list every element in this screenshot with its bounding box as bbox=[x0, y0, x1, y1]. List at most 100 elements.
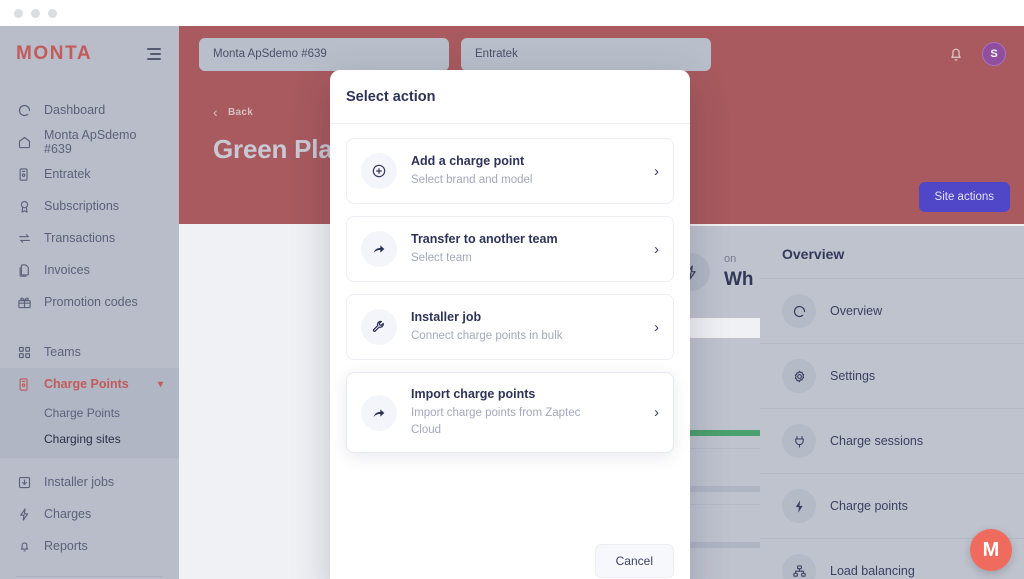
chevron-right-icon: › bbox=[654, 162, 659, 180]
sidebar-item-label: Entratek bbox=[44, 167, 91, 181]
sidebar-item-label: Teams bbox=[44, 345, 81, 359]
sidebar-subitem-label: Charging sites bbox=[44, 432, 121, 446]
action-title: Add a charge point bbox=[411, 153, 525, 168]
sidebar-item-installer-jobs[interactable]: Installer jobs bbox=[0, 466, 179, 498]
chevron-right-icon: › bbox=[654, 404, 659, 422]
sidebar-subitem-charge-points[interactable]: Charge Points bbox=[0, 400, 179, 426]
share-arrow-icon bbox=[361, 231, 397, 267]
site-actions-button[interactable]: Site actions bbox=[918, 182, 1010, 212]
sidebar-item-reports[interactable]: Reports bbox=[0, 530, 179, 562]
window-chrome bbox=[0, 0, 1024, 26]
sidebar-item-transactions[interactable]: Transactions bbox=[0, 222, 179, 254]
charge-point-icon bbox=[16, 166, 32, 182]
overview-icon bbox=[782, 294, 816, 328]
team-tab-label: Monta ApSdemo #639 bbox=[213, 48, 327, 60]
chevron-right-icon: › bbox=[654, 318, 659, 336]
overview-item-charge-sessions[interactable]: Charge sessions bbox=[760, 408, 1024, 473]
sidebar-item-teams[interactable]: Teams bbox=[0, 336, 179, 368]
overview-item-settings[interactable]: Settings bbox=[760, 343, 1024, 408]
sidebar-divider bbox=[16, 576, 163, 577]
sidebar-item-label: Charge Points bbox=[44, 377, 129, 391]
sidebar-item-label: Monta ApSdemo #639 bbox=[44, 128, 137, 156]
left-sidebar: MONTA Dashboard Monta ApSdemo #639 Entra… bbox=[0, 26, 179, 579]
overview-item-label: Load balancing bbox=[830, 564, 915, 578]
brand-row: MONTA bbox=[0, 26, 179, 82]
select-action-modal: Select action Add a charge point Select … bbox=[330, 70, 690, 579]
action-text: Transfer to another team Select team bbox=[411, 232, 634, 267]
action-transfer-to-another-team[interactable]: Transfer to another team Select team › bbox=[346, 216, 674, 282]
action-title: Import charge points bbox=[411, 387, 536, 401]
stat-label: on bbox=[724, 253, 737, 266]
avatar[interactable]: S bbox=[982, 42, 1006, 66]
hamburger-icon[interactable] bbox=[147, 48, 161, 60]
sidebar-item-dashboard[interactable]: Dashboard bbox=[0, 94, 179, 126]
action-import-charge-points[interactable]: Import charge points Import charge point… bbox=[346, 372, 674, 454]
grid-icon bbox=[16, 344, 32, 360]
overview-side-panel: Overview Overview Settings Charge sessio… bbox=[760, 226, 1024, 579]
app-window: MONTA Dashboard Monta ApSdemo #639 Entra… bbox=[0, 0, 1024, 579]
transactions-icon bbox=[16, 230, 32, 246]
overview-item-label: Charge sessions bbox=[830, 434, 924, 448]
notification-bell-icon[interactable] bbox=[946, 44, 966, 64]
sidebar-item-label: Subscriptions bbox=[44, 199, 120, 213]
chevron-left-icon: ‹ bbox=[213, 104, 218, 120]
share-arrow-icon bbox=[361, 394, 397, 431]
sidebar-item-monta-team[interactable]: Monta ApSdemo #639 bbox=[0, 126, 179, 158]
badge-icon bbox=[16, 198, 32, 214]
bolt-icon bbox=[16, 506, 32, 522]
overview-item-label: Settings bbox=[830, 369, 876, 383]
sidebar-item-label: Transactions bbox=[44, 231, 116, 245]
sidebar-subitem-charging-sites[interactable]: Charging sites bbox=[0, 426, 179, 452]
sidebar-item-promotion-codes[interactable]: Promotion codes bbox=[0, 286, 179, 318]
invoice-icon bbox=[16, 262, 32, 278]
team-tab-label: Entratek bbox=[475, 48, 518, 60]
page-root: MONTA Dashboard Monta ApSdemo #639 Entra… bbox=[0, 26, 1024, 579]
sidebar-nav: Dashboard Monta ApSdemo #639 Entratek Su… bbox=[0, 82, 179, 577]
sidebar-item-subscriptions[interactable]: Subscriptions bbox=[0, 190, 179, 222]
sidebar-item-label: Dashboard bbox=[44, 103, 106, 117]
team-tab-monta[interactable]: Monta ApSdemo #639 bbox=[199, 37, 449, 71]
chevron-right-icon: › bbox=[654, 240, 659, 258]
stat-text: on Wh bbox=[724, 253, 754, 291]
modal-footer: Cancel bbox=[330, 534, 690, 579]
overview-item-label: Overview bbox=[830, 304, 883, 318]
modal-body: Add a charge point Select brand and mode… bbox=[330, 124, 690, 534]
sidebar-item-label: Reports bbox=[44, 539, 88, 553]
sidebar-subitem-label: Charge Points bbox=[44, 406, 121, 420]
modal-title: Select action bbox=[330, 70, 690, 124]
window-close-dot[interactable] bbox=[14, 8, 23, 18]
top-bar-right: S bbox=[946, 42, 1006, 66]
window-maximize-dot[interactable] bbox=[48, 8, 57, 18]
dashboard-icon bbox=[16, 102, 32, 118]
plus-circle-icon bbox=[361, 153, 397, 189]
overview-item-overview[interactable]: Overview bbox=[760, 278, 1024, 343]
home-icon bbox=[16, 134, 32, 150]
help-chat-bubble[interactable]: M bbox=[970, 529, 1012, 571]
gear-icon bbox=[782, 359, 816, 393]
plug-icon bbox=[782, 424, 816, 458]
sidebar-item-invoices[interactable]: Invoices bbox=[0, 254, 179, 286]
chevron-down-icon[interactable]: ▾ bbox=[158, 379, 163, 390]
sitemap-icon bbox=[782, 554, 816, 579]
cancel-button[interactable]: Cancel bbox=[594, 544, 674, 578]
sidebar-item-charge-points[interactable]: Charge Points ▾ bbox=[0, 368, 179, 400]
sidebar-item-entratek[interactable]: Entratek bbox=[0, 158, 179, 190]
download-icon bbox=[16, 474, 32, 490]
sidebar-item-label: Invoices bbox=[44, 263, 90, 277]
back-label: Back bbox=[227, 106, 254, 118]
sidebar-item-charges[interactable]: Charges bbox=[0, 498, 179, 530]
action-add-charge-point[interactable]: Add a charge point Select brand and mode… bbox=[346, 138, 674, 204]
report-bell-icon bbox=[16, 538, 32, 554]
overview-item-charge-points[interactable]: Charge points bbox=[760, 473, 1024, 538]
window-minimize-dot[interactable] bbox=[31, 8, 40, 18]
sidebar-item-label: Promotion codes bbox=[44, 295, 138, 309]
wrench-icon bbox=[361, 309, 397, 345]
stat-value: Wh bbox=[724, 268, 754, 290]
bolt-icon bbox=[782, 489, 816, 523]
monta-logo[interactable]: MONTA bbox=[16, 43, 92, 65]
action-title: Transfer to another team bbox=[411, 231, 558, 246]
sidebar-item-label: Charges bbox=[44, 507, 92, 521]
action-installer-job[interactable]: Installer job Connect charge points in b… bbox=[346, 294, 674, 360]
team-tab-entratek[interactable]: Entratek bbox=[461, 37, 711, 71]
